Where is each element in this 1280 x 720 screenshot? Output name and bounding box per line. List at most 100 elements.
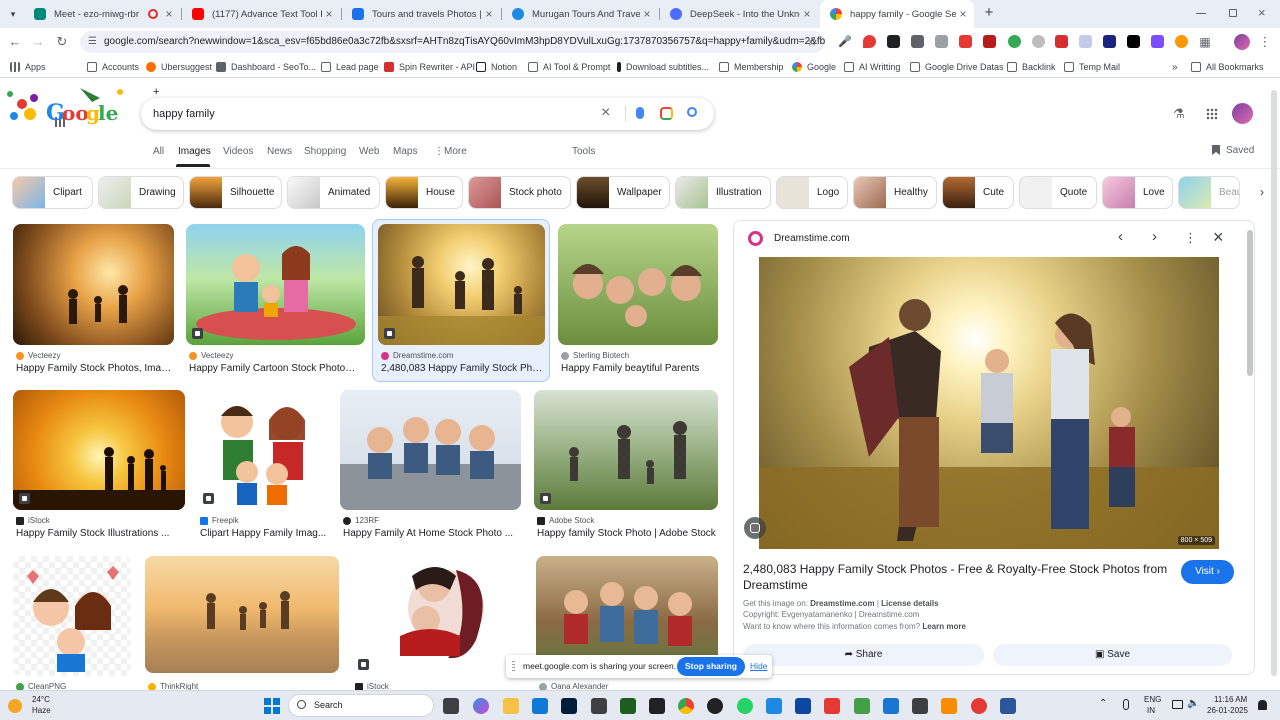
close-window-button[interactable]: × — [1258, 5, 1266, 20]
nav-tab-all[interactable]: All — [153, 146, 164, 157]
bookmark-spin-rewriter[interactable]: Spin Rewriter - API — [384, 59, 475, 75]
bookmark-all-bookmarks[interactable]: All Bookmarks — [1191, 59, 1264, 75]
chip-silhouette[interactable]: Silhouette — [189, 176, 282, 209]
nav-tab-maps[interactable]: Maps — [393, 146, 417, 157]
app-icon[interactable] — [620, 698, 636, 714]
doodle-share-icon[interactable]: + — [153, 86, 159, 98]
result-card[interactable]: Adobe Stock Happy family Stock Photo | A… — [534, 390, 718, 546]
lens-search-icon[interactable] — [660, 107, 673, 120]
extension-icon[interactable] — [1079, 35, 1092, 48]
result-title[interactable]: Happy Family beaytiful Parents — [561, 363, 718, 374]
result-card[interactable]: ThinkRight — [145, 556, 339, 691]
google-doodle-logo[interactable]: G oo g le — [0, 84, 144, 128]
extension-icon[interactable] — [1151, 35, 1164, 48]
result-thumbnail[interactable] — [145, 556, 339, 673]
extension-icon[interactable] — [911, 35, 924, 48]
extension-icon[interactable] — [1008, 35, 1021, 48]
app-icon[interactable] — [883, 698, 899, 714]
tab-deepseek[interactable]: DeepSeek - Into the Unknown × — [660, 0, 818, 28]
share-button[interactable]: ➦ Share — [743, 644, 984, 666]
learn-more-link[interactable]: Learn more — [922, 622, 966, 631]
page-scrollbar[interactable] — [1271, 90, 1277, 676]
clear-search-icon[interactable]: × — [601, 104, 610, 122]
result-title[interactable]: Happy Family Stock Photos, Imag... — [16, 363, 174, 374]
result-thumbnail[interactable] — [340, 390, 521, 510]
result-title[interactable]: Happy Family Cartoon Stock Photos ... — [189, 363, 359, 374]
tab-search-button[interactable]: ▾ — [6, 7, 20, 21]
result-card[interactable]: Vecteezy Happy Family Cartoon Stock Phot… — [186, 224, 365, 380]
new-tab-button[interactable]: + — [981, 5, 997, 21]
extension-icon[interactable] — [983, 35, 996, 48]
store-icon[interactable] — [532, 698, 548, 714]
saved-link[interactable]: Saved — [1226, 145, 1254, 156]
bookmark-star-icon[interactable]: ☆ — [803, 33, 821, 51]
chip-clipart[interactable]: Clipart — [12, 176, 93, 209]
nav-tab-videos[interactable]: Videos — [223, 146, 253, 157]
bookmark-notion[interactable]: Notion — [476, 59, 517, 75]
app-icon[interactable] — [941, 698, 957, 714]
forward-button[interactable]: → — [29, 33, 47, 51]
app-icon[interactable] — [912, 698, 928, 714]
start-button-icon[interactable] — [264, 698, 280, 714]
labs-flask-icon[interactable]: ⚗ — [1173, 106, 1185, 122]
file-explorer-icon[interactable] — [503, 698, 519, 714]
result-thumbnail[interactable] — [352, 556, 524, 676]
app-icon[interactable] — [854, 698, 870, 714]
nav-tab-images[interactable]: Images — [178, 146, 211, 157]
result-thumbnail[interactable] — [13, 224, 174, 345]
bookmark-membership[interactable]: Membership — [719, 59, 784, 75]
chip-beautiful[interactable]: Beau — [1178, 176, 1240, 209]
google-apps-icon[interactable] — [1206, 108, 1218, 120]
reload-button[interactable]: ↻ — [53, 33, 71, 51]
chip-stock-photo[interactable]: Stock photo — [468, 176, 571, 209]
chrome-icon[interactable] — [678, 698, 694, 714]
close-tab-icon[interactable]: × — [956, 7, 970, 21]
result-title[interactable]: Happy Family Stock Illustrations ... — [16, 528, 182, 539]
tab-murugan-tours[interactable]: Murugan Tours And Travels - 10 × — [502, 0, 658, 28]
close-tab-icon[interactable]: × — [640, 7, 654, 21]
word-icon[interactable] — [1000, 698, 1016, 714]
clock-time[interactable]: 11:16 AM — [1214, 695, 1247, 704]
extension-icon[interactable] — [959, 35, 972, 48]
chip-drawing[interactable]: Drawing — [98, 176, 184, 209]
bookmark-google-drive-datas[interactable]: Google Drive Datas — [910, 59, 1004, 75]
result-thumbnail[interactable] — [534, 390, 718, 510]
extension-icon[interactable] — [1175, 35, 1188, 48]
restore-button[interactable] — [1229, 9, 1237, 17]
network-icon[interactable] — [1172, 700, 1183, 709]
app-icon[interactable] — [591, 698, 607, 714]
address-bar[interactable]: ☰ google.com/search?newwindow=1&sca_esv=… — [80, 31, 825, 53]
more-options-icon[interactable]: ⋮ — [1184, 230, 1197, 246]
close-tab-icon[interactable]: × — [482, 7, 496, 21]
bookmark-temp-mail[interactable]: Temp Mail — [1064, 59, 1120, 75]
search-submit-icon[interactable] — [687, 107, 697, 117]
preview-title[interactable]: 2,480,083 Happy Family Stock Photos - Fr… — [743, 561, 1173, 593]
next-image-icon[interactable]: › — [1152, 228, 1157, 245]
task-view-icon[interactable] — [443, 698, 459, 714]
close-tab-icon[interactable]: × — [162, 7, 176, 21]
result-thumbnail[interactable] — [13, 390, 185, 510]
tab-youtube[interactable]: (1177) Advance Text Tool Part 3 × — [182, 0, 340, 28]
bookmark-ai-tool[interactable]: AI Tool & Prompt — [528, 59, 610, 75]
chip-love[interactable]: Love — [1102, 176, 1173, 209]
result-card[interactable]: CleanPNG — [13, 556, 131, 691]
app-icon[interactable] — [795, 698, 811, 714]
microphone-icon[interactable]: 🎤 — [836, 33, 854, 51]
close-tab-icon[interactable]: × — [322, 7, 336, 21]
extension-icon[interactable] — [1055, 35, 1068, 48]
profile-avatar[interactable] — [1234, 34, 1250, 50]
search-input[interactable] — [153, 105, 573, 123]
account-avatar[interactable] — [1232, 103, 1253, 124]
minimize-button[interactable] — [1196, 13, 1206, 14]
preview-site-name[interactable]: Dreamstime.com — [774, 233, 850, 244]
bookmark-ubersuggest[interactable]: Ubersuggest — [146, 59, 212, 75]
tab-meet[interactable]: Meet - ezo-miwg-rbr × — [24, 0, 180, 28]
result-card[interactable]: Freepik Clipart Happy Family Imag... — [197, 390, 327, 546]
result-thumbnail[interactable] — [558, 224, 718, 345]
result-card[interactable]: Sterling Biotech Happy Family beaytiful … — [558, 224, 718, 380]
app-icon[interactable] — [649, 698, 665, 714]
tab-tours-photos[interactable]: Tours and travels Photos | Free × — [342, 0, 500, 28]
weather-temp[interactable]: 24°C — [32, 695, 50, 704]
nav-tab-news[interactable]: News — [267, 146, 292, 157]
notifications-icon[interactable] — [1258, 700, 1267, 710]
